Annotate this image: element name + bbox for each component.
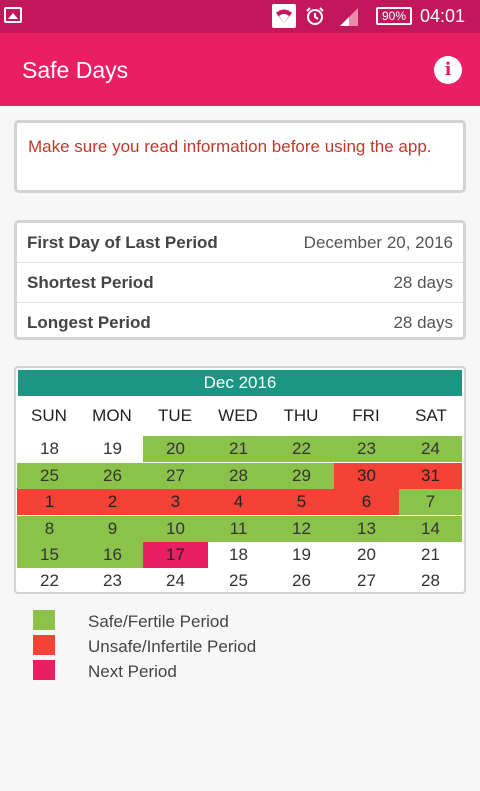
- wifi-icon: [272, 4, 296, 28]
- calendar-day[interactable]: 12: [269, 516, 334, 542]
- battery-icon: 90%: [376, 7, 412, 25]
- calendar-day[interactable]: 30: [334, 463, 399, 489]
- legend-swatch-next: [33, 660, 55, 680]
- calendar-day[interactable]: 13: [334, 516, 399, 542]
- first-day-row[interactable]: First Day of Last Period December 20, 20…: [17, 223, 463, 263]
- calendar-day[interactable]: 8: [17, 516, 82, 542]
- calendar-day[interactable]: 26: [80, 463, 145, 489]
- calendar-day[interactable]: 26: [269, 568, 334, 592]
- alarm-icon: [305, 6, 325, 26]
- legend-label-next: Next Period: [88, 662, 177, 681]
- shortest-period-row[interactable]: Shortest Period 28 days: [17, 263, 463, 303]
- calendar-day[interactable]: 15: [17, 542, 82, 568]
- calendar-day[interactable]: 18: [206, 542, 271, 568]
- shortest-period-label: Shortest Period: [27, 273, 154, 292]
- first-day-label: First Day of Last Period: [27, 233, 218, 252]
- notice-text: Make sure you read information before us…: [28, 137, 432, 156]
- calendar-day[interactable]: 19: [269, 542, 334, 568]
- longest-period-label: Longest Period: [27, 313, 151, 332]
- first-day-value: December 20, 2016: [303, 233, 453, 252]
- calendar-day[interactable]: 22: [269, 436, 334, 462]
- calendar-day[interactable]: 25: [206, 568, 271, 592]
- image-icon: [4, 7, 22, 23]
- calendar-day[interactable]: 10: [143, 516, 208, 542]
- legend-label-safe: Safe/Fertile Period: [88, 612, 229, 631]
- calendar-day[interactable]: 19: [80, 436, 145, 462]
- weekday-header-sat: SAT: [415, 406, 447, 425]
- calendar-day[interactable]: 3: [143, 489, 208, 515]
- calendar-day[interactable]: 9: [80, 516, 145, 542]
- legend-label-unsafe: Unsafe/Infertile Period: [88, 637, 257, 656]
- calendar-day[interactable]: 27: [143, 463, 208, 489]
- calendar-day[interactable]: 20: [334, 542, 399, 568]
- weekday-header-tue: TUE: [158, 406, 192, 425]
- calendar-day[interactable]: 5: [269, 489, 334, 515]
- calendar-day[interactable]: 27: [334, 568, 399, 592]
- weekday-header-thu: THU: [283, 406, 319, 425]
- weekday-header-fri: FRI: [352, 406, 380, 425]
- weekday-header-sun: SUN: [31, 406, 67, 425]
- calendar-day[interactable]: 2: [80, 489, 145, 515]
- calendar-day[interactable]: 7: [399, 489, 462, 515]
- calendar-day[interactable]: 23: [334, 436, 399, 462]
- calendar-day[interactable]: 14: [399, 516, 462, 542]
- calendar-day[interactable]: 21: [206, 436, 271, 462]
- calendar-day[interactable]: 6: [334, 489, 399, 515]
- calendar-day[interactable]: 1: [17, 489, 82, 515]
- calendar-day[interactable]: 11: [206, 516, 271, 542]
- calendar-day[interactable]: 28: [206, 463, 271, 489]
- legend-swatch-unsafe: [33, 635, 55, 655]
- legend-swatch-safe: [33, 610, 55, 630]
- calendar-day[interactable]: 31: [399, 463, 462, 489]
- calendar-day[interactable]: 17: [143, 542, 208, 568]
- calendar-day[interactable]: 22: [17, 568, 82, 592]
- status-bar: 90% 04:01: [0, 0, 480, 33]
- weekday-header-mon: MON: [92, 406, 132, 425]
- calendar-day[interactable]: 20: [143, 436, 208, 462]
- calendar-day[interactable]: 21: [399, 542, 462, 568]
- longest-period-row[interactable]: Longest Period 28 days: [17, 303, 463, 343]
- calendar-day[interactable]: 24: [143, 568, 208, 592]
- notice-card: Make sure you read information before us…: [14, 120, 466, 193]
- calendar-day[interactable]: 4: [206, 489, 271, 515]
- shortest-period-value: 28 days: [393, 273, 453, 292]
- calendar-day[interactable]: 24: [399, 436, 462, 462]
- calendar-day[interactable]: 25: [17, 463, 82, 489]
- status-time: 04:01: [420, 6, 466, 26]
- info-icon[interactable]: i: [434, 56, 462, 84]
- app-bar: Safe Days: [0, 33, 480, 106]
- calendar-month-title: Dec 2016: [18, 370, 462, 396]
- calendar-day[interactable]: 18: [17, 436, 82, 462]
- calendar: Dec 2016 SUN MON TUE WED THU FRI SAT 18 19 20 21 22…: [14, 366, 466, 594]
- calendar-day[interactable]: 16: [80, 542, 145, 568]
- app-title: Safe Days: [22, 57, 129, 83]
- period-details-card: First Day of Last Period December 20, 20…: [14, 220, 466, 340]
- battery-level: 90%: [381, 9, 407, 23]
- calendar-day[interactable]: 23: [80, 568, 145, 592]
- weekday-header-wed: WED: [218, 406, 258, 425]
- signal-icon: [338, 6, 360, 26]
- calendar-day[interactable]: 29: [269, 463, 334, 489]
- calendar-day[interactable]: 28: [399, 568, 462, 592]
- longest-period-value: 28 days: [393, 313, 453, 332]
